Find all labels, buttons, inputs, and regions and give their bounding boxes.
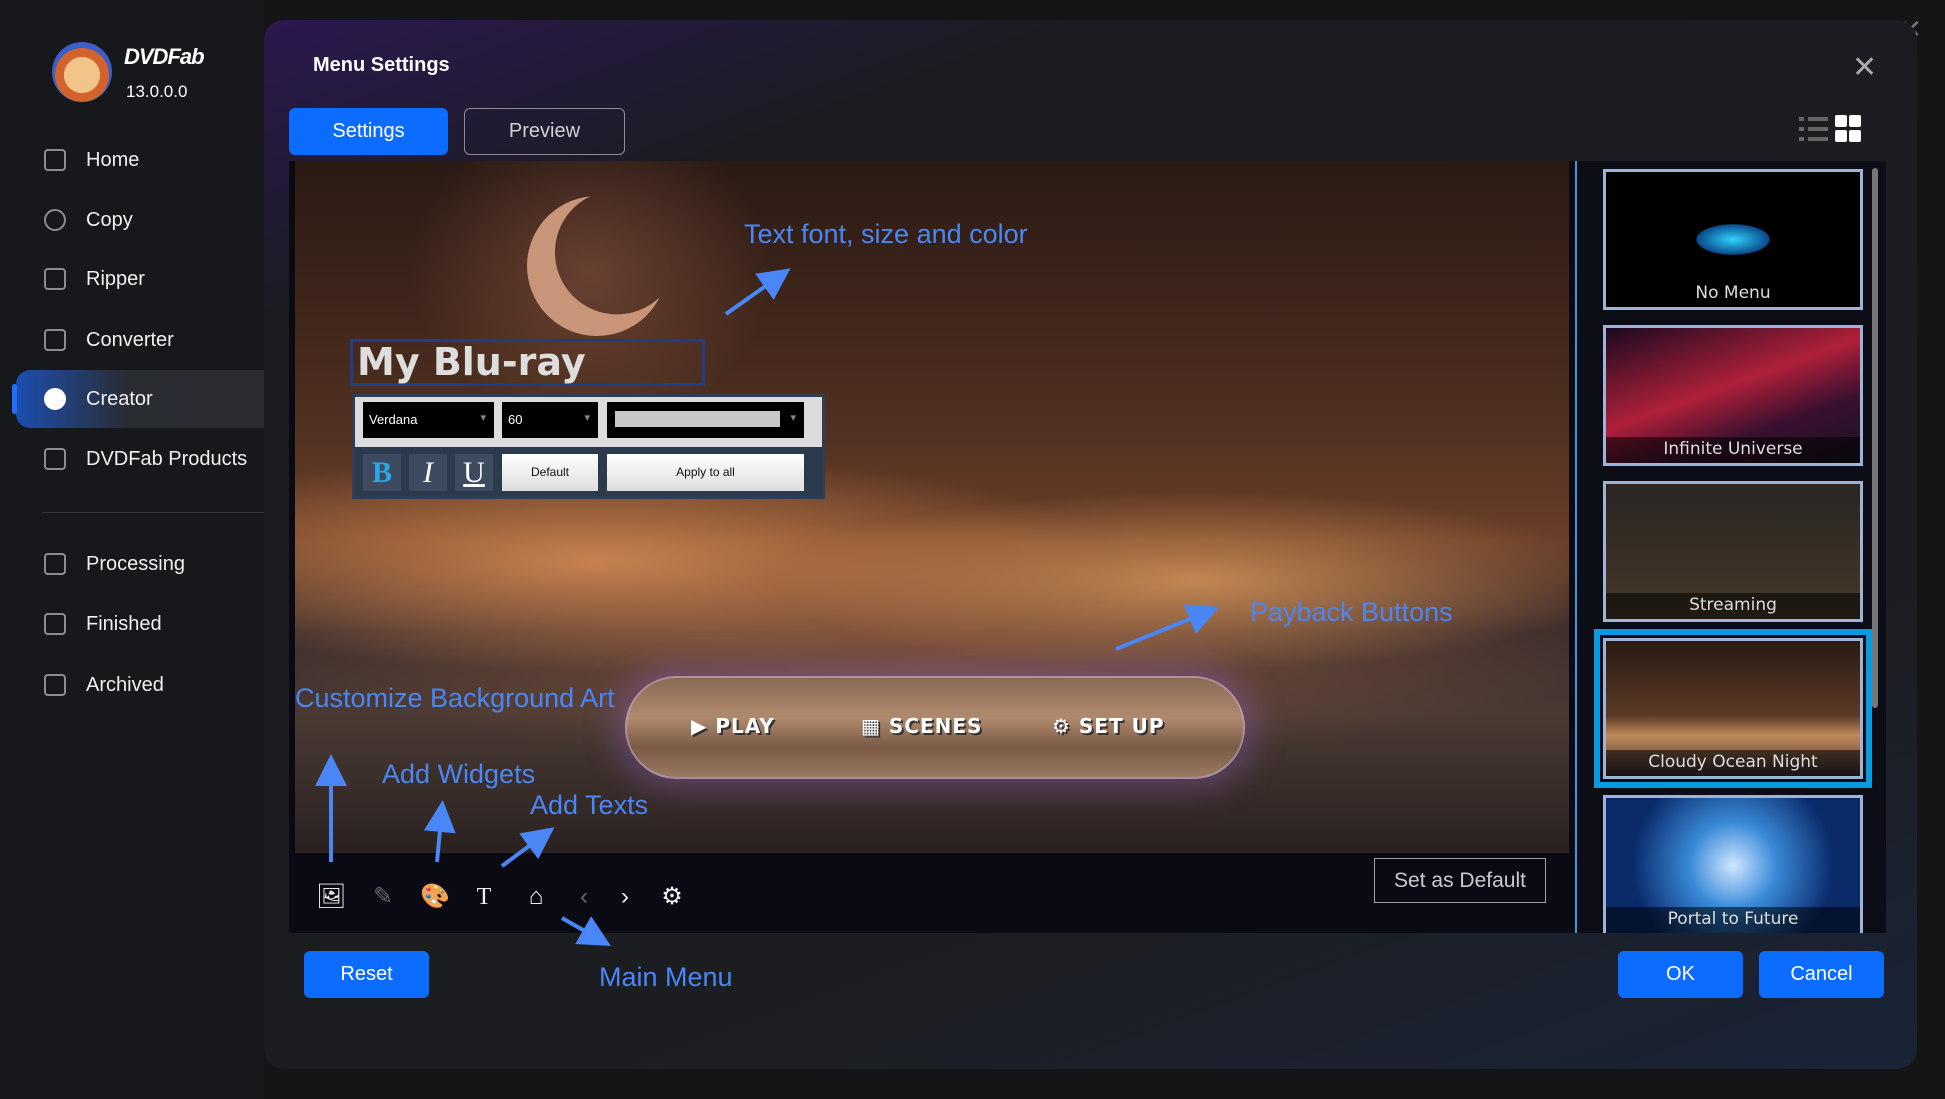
cancel-button[interactable]: Cancel: [1759, 951, 1884, 998]
app-version: 13.0.0.0: [126, 82, 188, 101]
annotation-playback-buttons: Payback Buttons: [1250, 597, 1453, 627]
view-toggle: [1799, 115, 1861, 142]
grid-view-icon[interactable]: [1835, 115, 1861, 142]
sidebar-item-home[interactable]: Home: [16, 131, 264, 189]
sidebar-item-label: Creator: [86, 387, 153, 410]
brand-name: DVDFab: [124, 44, 205, 69]
sidebar-item-finished[interactable]: Finished: [16, 595, 264, 653]
sidebar: DVDFab 13.0.0.0 Home Copy Ripper Convert…: [0, 0, 264, 1099]
list-view-icon[interactable]: [1799, 117, 1828, 141]
annotation-background-art: Customize Background Art: [295, 683, 615, 713]
template-label: Portal to Future: [1606, 907, 1860, 933]
size-select[interactable]: 60: [502, 402, 598, 438]
processing-icon: [44, 553, 66, 575]
converter-icon: [44, 329, 66, 351]
sidebar-item-processing[interactable]: Processing: [16, 535, 264, 593]
reset-button[interactable]: Reset: [304, 951, 429, 998]
archived-icon: [44, 674, 66, 696]
settings-icon[interactable]: ⚙: [658, 883, 686, 911]
italic-button[interactable]: I: [409, 454, 447, 491]
dialog-title: Menu Settings: [313, 54, 450, 76]
sidebar-item-archived[interactable]: Archived: [16, 656, 264, 714]
template-label: Cloudy Ocean Night: [1606, 750, 1860, 776]
ok-button[interactable]: OK: [1618, 951, 1743, 998]
sidebar-item-label: Copy: [86, 208, 133, 231]
sidebar-item-label: Finished: [86, 612, 162, 635]
underline-button[interactable]: U: [455, 454, 493, 491]
template-list: No Menu Infinite Universe Streaming Clou…: [1575, 161, 1886, 933]
set-as-default-button[interactable]: Set as Default: [1374, 858, 1546, 903]
palette-icon[interactable]: 🎨: [420, 883, 450, 911]
chevron-left-icon[interactable]: ‹: [570, 883, 598, 911]
text-icon[interactable]: T: [470, 883, 498, 911]
template-label: Infinite Universe: [1606, 437, 1860, 463]
home-icon: [44, 149, 66, 171]
tab-settings[interactable]: Settings: [289, 108, 448, 155]
sidebar-item-label: Converter: [86, 328, 174, 351]
color-select[interactable]: [607, 402, 804, 438]
scenes-label: SCENES: [888, 714, 983, 738]
template-cloudy-ocean-night[interactable]: Cloudy Ocean Night: [1594, 629, 1872, 788]
moon-image: [516, 185, 678, 347]
play-label: PLAY: [715, 714, 775, 738]
tab-preview[interactable]: Preview: [464, 108, 625, 155]
edit-icon[interactable]: ✎: [369, 883, 397, 911]
dvdfab-logo: [52, 42, 112, 102]
copy-icon: [44, 209, 66, 231]
sidebar-item-label: Home: [86, 148, 140, 171]
image-icon[interactable]: 🖼: [316, 883, 346, 911]
sidebar-item-dvdfab-products[interactable]: DVDFab Products: [16, 430, 264, 488]
ripper-icon: [44, 268, 66, 290]
sidebar-item-converter[interactable]: Converter: [16, 311, 264, 369]
text-format-panel: Verdana 60 B I U Default Apply to all: [352, 394, 825, 499]
annotation-main-menu: Main Menu: [599, 962, 733, 992]
products-icon: [44, 448, 66, 470]
annotation-add-texts: Add Texts: [530, 790, 649, 820]
creator-icon: [44, 388, 66, 410]
annotation-text-font: Text font, size and color: [744, 219, 1028, 249]
chevron-right-icon[interactable]: ›: [611, 883, 639, 911]
scenes-button[interactable]: ▦ SCENES: [861, 714, 982, 738]
template-portal-to-future[interactable]: Portal to Future: [1603, 795, 1863, 933]
annotation-add-widgets: Add Widgets: [382, 759, 536, 789]
default-button[interactable]: Default: [502, 454, 598, 491]
apply-to-all-button[interactable]: Apply to all: [607, 454, 804, 491]
font-select[interactable]: Verdana: [363, 402, 494, 438]
finished-icon: [44, 613, 66, 635]
close-icon[interactable]: ✕: [1852, 50, 1877, 85]
sidebar-item-copy[interactable]: Copy: [16, 191, 264, 249]
menu-preview-canvas: Text font, size and color Payback Button…: [289, 161, 1575, 933]
template-label: Streaming: [1606, 593, 1860, 619]
template-no-menu[interactable]: No Menu: [1603, 169, 1863, 310]
sidebar-item-label: Archived: [86, 673, 164, 696]
template-infinite-universe[interactable]: Infinite Universe: [1603, 325, 1863, 466]
bold-button[interactable]: B: [363, 454, 401, 491]
home-icon[interactable]: ⌂: [522, 883, 550, 911]
sidebar-item-creator[interactable]: Creator: [12, 370, 264, 428]
sidebar-divider: [42, 512, 264, 513]
template-streaming[interactable]: Streaming: [1603, 481, 1863, 622]
playback-buttons-bar: ▶ PLAY ▦ SCENES ⚙ SET UP: [625, 676, 1245, 779]
template-label: No Menu: [1606, 281, 1860, 307]
menu-title-text[interactable]: My Blu-ray: [350, 339, 705, 386]
sidebar-item-label: Processing: [86, 552, 185, 575]
sidebar-item-label: DVDFab Products: [86, 447, 248, 470]
play-button[interactable]: ▶ PLAY: [691, 714, 775, 738]
setup-label: SET UP: [1078, 714, 1165, 738]
sidebar-item-ripper[interactable]: Ripper: [16, 250, 264, 308]
setup-button[interactable]: ⚙ SET UP: [1052, 714, 1164, 738]
sidebar-item-label: Ripper: [86, 267, 145, 290]
color-swatch: [615, 411, 780, 427]
template-scrollbar[interactable]: [1872, 168, 1878, 708]
